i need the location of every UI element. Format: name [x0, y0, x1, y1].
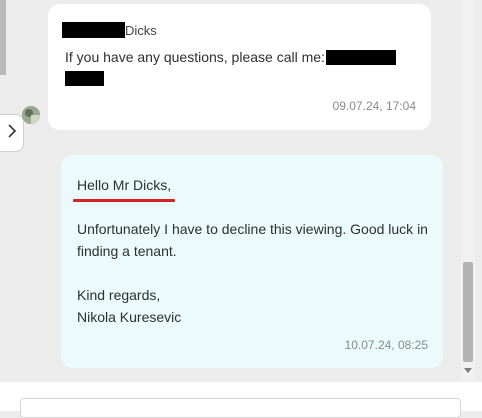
message-timestamp: 10.07.24, 08:25: [344, 338, 428, 352]
avatar: [22, 106, 40, 124]
outgoing-message-text: Hello Mr Dicks, Unfortunately I have to …: [73, 174, 437, 328]
scrollbar[interactable]: [461, 0, 475, 382]
sender-name: Dicks: [62, 22, 157, 38]
scroll-down-arrow-icon[interactable]: [464, 368, 472, 373]
greeting-text: Hello Mr Dicks,: [73, 174, 176, 202]
sender-name-label: Dicks: [125, 22, 157, 38]
message-closing: Kind regards,: [77, 287, 161, 303]
annotation-underline: [73, 199, 176, 202]
message-signature: Nikola Kuresevic: [77, 309, 182, 325]
incoming-message-body: If you have any questions, please call m…: [65, 49, 325, 65]
message-timestamp: 09.07.24, 17:04: [332, 99, 416, 113]
message-body: Unfortunately I have to decline this vie…: [77, 221, 428, 259]
greeting-label: Hello Mr Dicks,: [77, 177, 172, 193]
outgoing-message: Hello Mr Dicks, Unfortunately I have to …: [61, 155, 443, 368]
redacted-block: [62, 22, 125, 38]
scrollbar-thumb[interactable]: [463, 262, 473, 362]
incoming-message: Dicks If you have any questions, please …: [48, 4, 431, 130]
redacted-phone: [325, 49, 396, 65]
expand-panel-button[interactable]: [0, 114, 24, 152]
chevron-right-icon: [7, 123, 17, 143]
left-panel-edge: [0, 0, 6, 75]
message-input[interactable]: [20, 398, 461, 418]
redacted-phone-continued: [65, 71, 104, 86]
incoming-message-text: If you have any questions, please call m…: [65, 48, 396, 90]
